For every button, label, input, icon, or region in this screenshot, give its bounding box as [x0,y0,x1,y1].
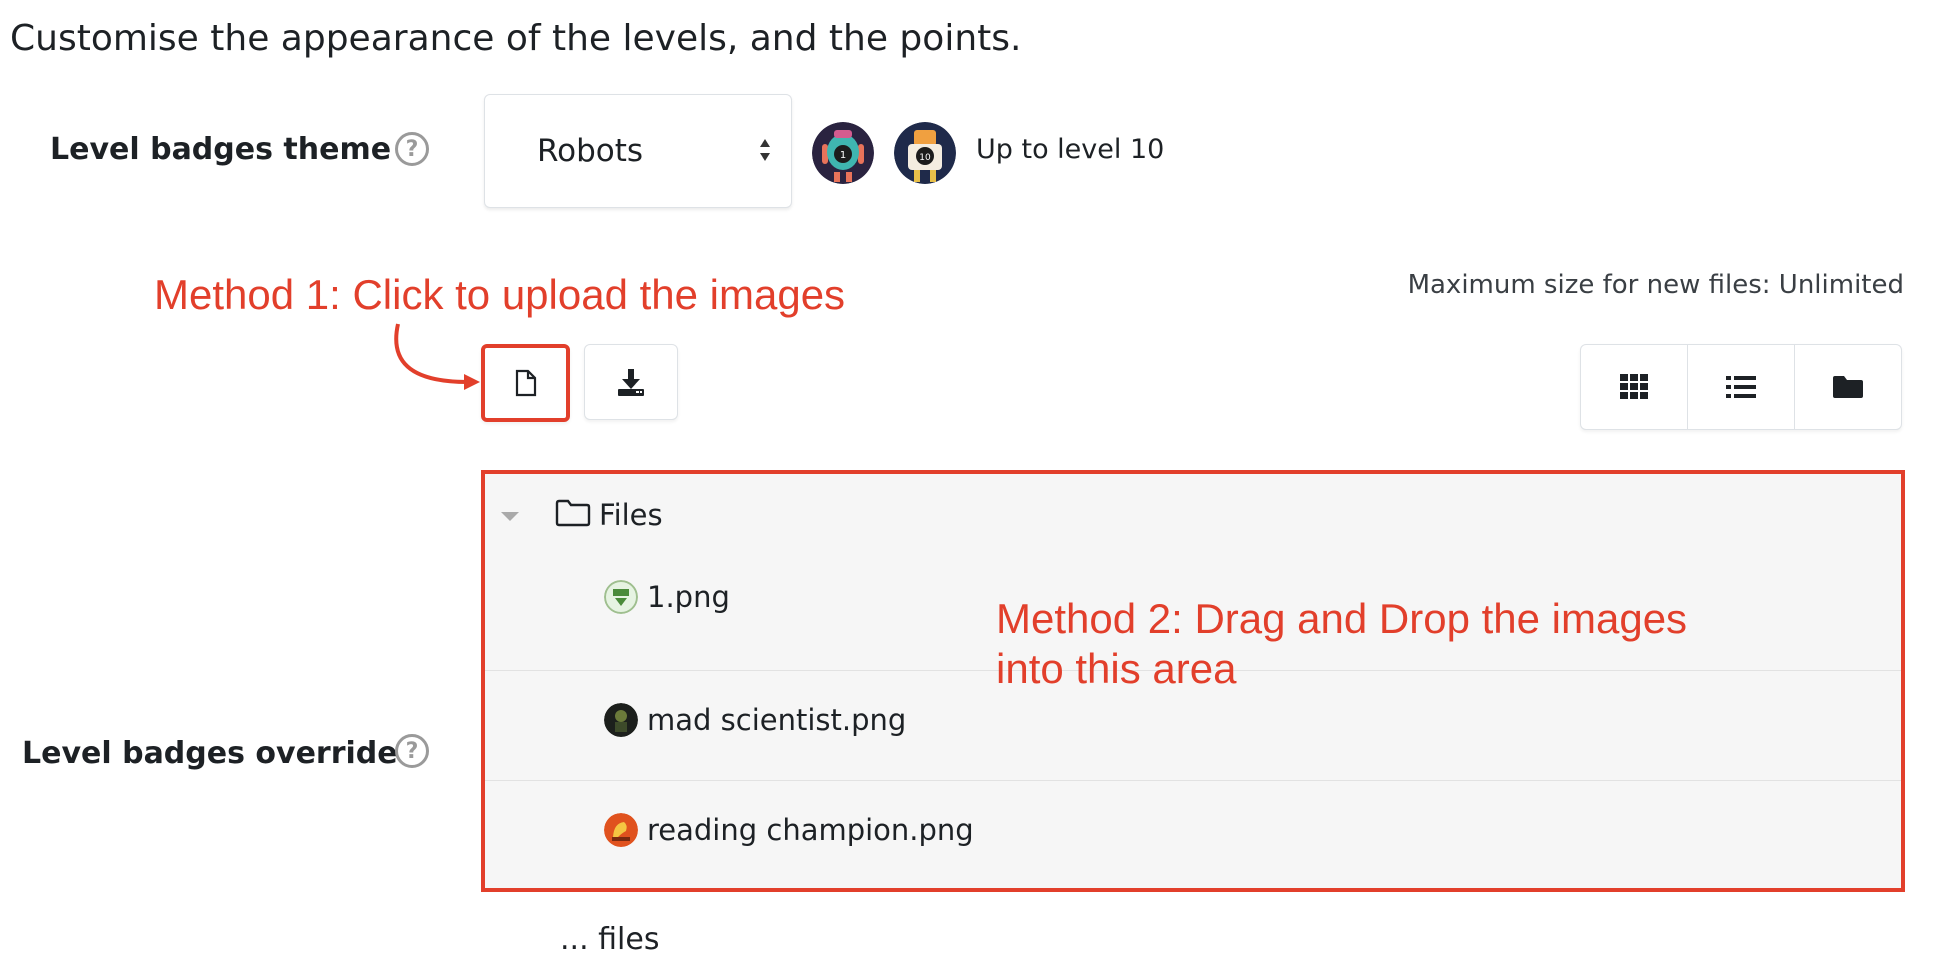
preview-note: Up to level 10 [976,134,1165,165]
question-circle-icon[interactable]: ? [395,132,429,166]
max-file-size: Maximum size for new files: Unlimited [1407,270,1904,300]
annotation-method-2-line-1: Method 2: Drag and Drop the images [996,595,1688,642]
svg-text:10: 10 [919,153,931,163]
theme-field-label: Level badges theme [50,132,392,167]
annotation-method-1: Method 1: Click to upload the images [154,271,846,318]
view-switcher [1580,344,1902,430]
add-file-button[interactable] [481,344,570,422]
theme-select[interactable]: Robots [484,94,792,208]
file-name: reading champion.png [647,813,974,847]
file-thumbnail-icon [604,703,638,737]
robot-level-1-badge: 1 [812,122,874,184]
collapse-caret-icon[interactable] [501,512,519,521]
robot-level-10-badge: 10 [894,122,956,184]
file-thumbnail-icon [604,813,638,847]
file-row[interactable]: reading champion.png [485,780,1901,890]
override-field-label: Level badges override [22,736,398,771]
grid-view-button[interactable] [1581,345,1688,429]
folder-name: Files [599,498,663,532]
svg-text:1: 1 [840,150,846,161]
download-icon [618,369,644,396]
folder-view-button[interactable] [1795,345,1901,429]
file-name: 1.png [647,580,730,614]
question-circle-icon[interactable]: ? [395,734,429,768]
file-thumbnail-icon [604,580,638,614]
file-icon [515,369,536,397]
folder-icon [555,499,591,527]
intro-text: Customise the appearance of the levels, … [10,18,1022,59]
annotation-method-2-line-2: into this area [996,645,1237,692]
annotation-arrow [394,323,480,390]
file-name: mad scientist.png [647,703,907,737]
grid-view-icon [1620,374,1648,399]
download-all-button[interactable] [584,344,678,420]
select-arrows-icon [760,139,770,161]
theme-select-value: Robots [537,133,644,169]
folder-view-icon [1833,376,1863,398]
list-view-icon [1726,376,1756,398]
list-view-button[interactable] [1688,345,1795,429]
